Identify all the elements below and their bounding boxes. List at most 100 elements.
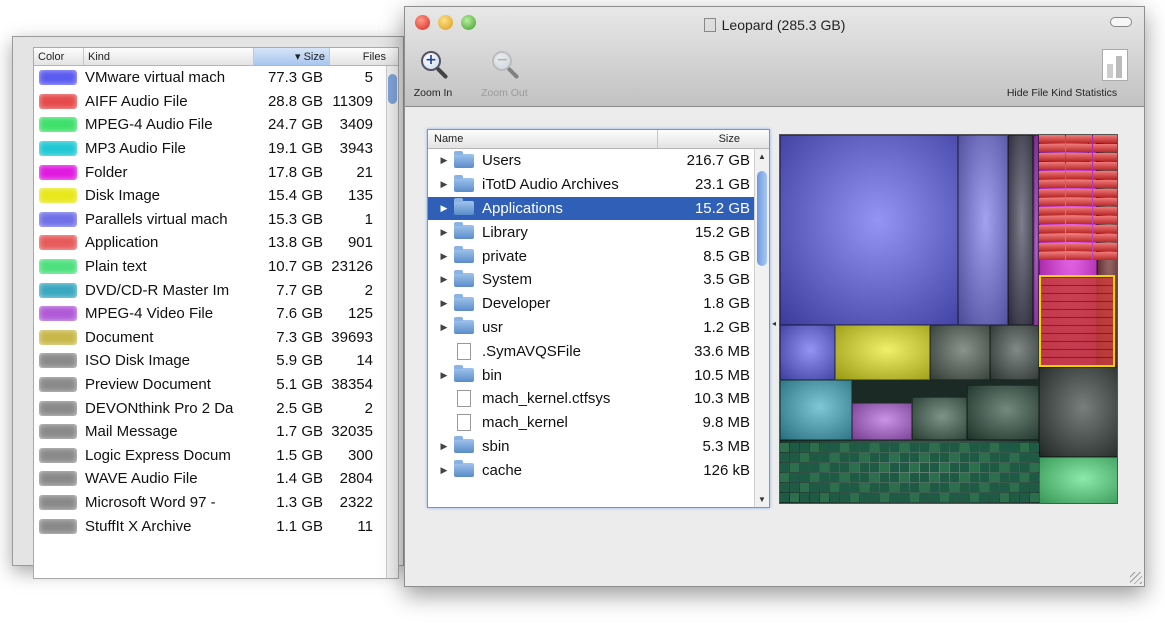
column-header-size[interactable]: ▾ Size [254,48,330,65]
treemap-block[interactable] [1020,453,1029,462]
treemap-block[interactable] [880,493,889,502]
treemap-block[interactable] [1039,144,1065,152]
treemap-block[interactable] [880,473,889,482]
treemap-block[interactable] [1093,144,1117,152]
scrollbar-thumb[interactable] [388,74,397,104]
treemap-block[interactable] [910,493,919,502]
treemap-block[interactable] [990,325,1039,380]
kind-row[interactable]: Logic Express Docum 1.5 GB 300 [34,444,398,468]
treemap-block[interactable] [810,473,819,482]
kind-color-swatch[interactable] [39,494,77,510]
treemap-block[interactable] [810,493,819,502]
treemap-block[interactable] [860,473,869,482]
treemap-block[interactable] [1030,493,1039,502]
kind-row[interactable]: VMware virtual mach 77.3 GB 5 [34,66,398,90]
treemap-block[interactable] [1039,457,1117,503]
treemap-block[interactable] [970,473,979,482]
treemap-block[interactable] [1066,216,1092,224]
file-row[interactable]: ▶ iTotD Audio Archives 23.1 GB [428,173,769,197]
file-browser-scrollbar[interactable]: ▲ ▼ [754,149,769,507]
treemap-block[interactable] [810,443,819,452]
disclosure-triangle-icon[interactable]: ▶ [436,465,452,476]
treemap-block[interactable] [1093,225,1117,233]
kind-color-swatch[interactable] [39,447,77,463]
treemap-block[interactable] [980,443,989,452]
treemap-block[interactable] [960,483,969,492]
scroll-down-icon[interactable]: ▼ [758,495,766,504]
treemap-block[interactable] [820,453,829,462]
kind-row[interactable]: WAVE Audio File 1.4 GB 2804 [34,467,398,491]
treemap-block[interactable] [820,483,829,492]
treemap-block[interactable] [780,380,852,440]
kind-color-swatch[interactable] [39,518,77,534]
treemap-block[interactable] [830,493,839,502]
treemap-block[interactable] [890,483,899,492]
treemap-block[interactable] [835,325,930,380]
kind-color-swatch[interactable] [39,471,77,487]
kind-color-swatch[interactable] [39,211,77,227]
kind-row[interactable]: Preview Document 5.1 GB 38354 [34,373,398,397]
kind-row[interactable]: Application 13.8 GB 901 [34,231,398,255]
treemap-block[interactable] [960,463,969,472]
file-row[interactable]: ▶ cache 126 kB [428,458,769,482]
treemap-block[interactable] [880,483,889,492]
resize-grip-icon[interactable] [1130,572,1142,584]
treemap-block[interactable] [910,463,919,472]
treemap-block[interactable] [980,473,989,482]
treemap-block[interactable] [910,443,919,452]
treemap-block[interactable] [1000,453,1009,462]
kind-row[interactable]: DEVONthink Pro 2 Da 2.5 GB 2 [34,396,398,420]
treemap-block[interactable] [1020,473,1029,482]
treemap-block[interactable] [850,463,859,472]
treemap-block[interactable] [900,483,909,492]
disk-usage-treemap[interactable] [779,134,1118,504]
column-header-file-size[interactable]: Size [658,130,746,148]
treemap-block[interactable] [852,403,912,440]
treemap-block[interactable] [840,483,849,492]
column-header-color[interactable]: Color [34,48,84,65]
treemap-block[interactable] [960,453,969,462]
disclosure-triangle-icon[interactable]: ▶ [436,227,452,238]
treemap-block[interactable] [980,483,989,492]
treemap-block[interactable] [990,443,999,452]
treemap-block[interactable] [1000,443,1009,452]
column-header-files[interactable]: Files [330,48,390,65]
disclosure-triangle-icon[interactable]: ▶ [436,179,452,190]
treemap-block[interactable] [930,325,990,380]
kind-row[interactable]: MPEG-4 Video File 7.6 GB 125 [34,302,398,326]
treemap-block[interactable] [1066,153,1092,161]
treemap-block[interactable] [800,463,809,472]
treemap-block[interactable] [900,443,909,452]
treemap-block[interactable] [1093,216,1117,224]
kind-table-scrollbar[interactable] [386,66,398,578]
treemap-block[interactable] [1039,367,1117,457]
treemap-block[interactable] [912,397,967,440]
treemap-block[interactable] [1039,234,1065,242]
hide-file-kind-statistics-button[interactable]: Hide File Kind Statistics [992,49,1132,99]
disclosure-triangle-icon[interactable]: ▶ [436,298,452,309]
treemap-block[interactable] [920,483,929,492]
treemap-block[interactable] [920,453,929,462]
treemap-block[interactable] [1010,473,1019,482]
treemap-block[interactable] [950,443,959,452]
treemap-block[interactable] [1039,171,1065,179]
treemap-block[interactable] [900,453,909,462]
treemap-block[interactable] [1039,135,1065,143]
treemap-block[interactable] [780,493,789,502]
treemap-block[interactable] [1010,493,1019,502]
treemap-block[interactable] [1010,443,1019,452]
treemap-block[interactable] [960,443,969,452]
treemap-block[interactable] [790,483,799,492]
treemap-block[interactable] [940,483,949,492]
treemap-block[interactable] [820,473,829,482]
kind-row[interactable]: Document 7.3 GB 39693 [34,326,398,350]
treemap-block[interactable] [870,473,879,482]
treemap-block[interactable] [930,473,939,482]
treemap-block[interactable] [1010,463,1019,472]
file-row[interactable]: ▶ System 3.5 GB [428,268,769,292]
treemap-block[interactable] [1066,234,1092,242]
kind-color-swatch[interactable] [39,306,77,322]
kind-row[interactable]: Microsoft Word 97 - 1.3 GB 2322 [34,491,398,515]
treemap-block[interactable] [830,473,839,482]
treemap-block[interactable] [1000,463,1009,472]
